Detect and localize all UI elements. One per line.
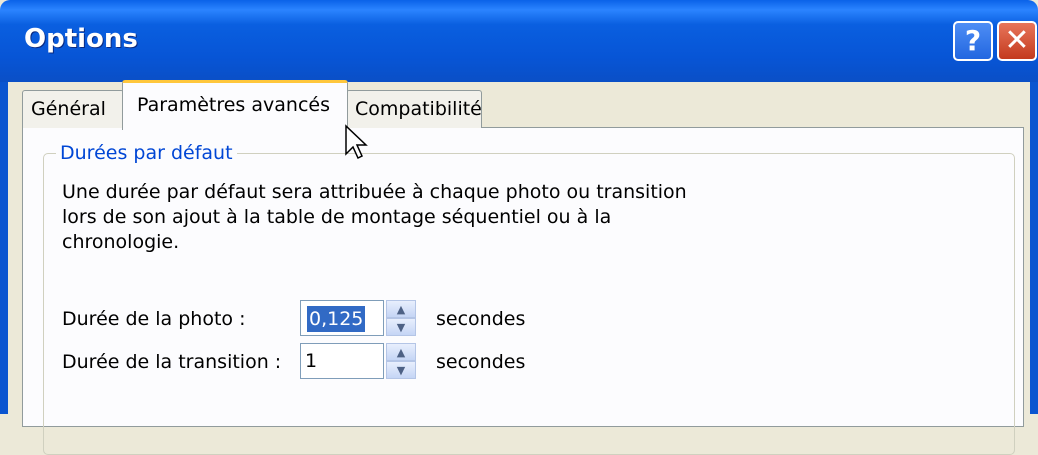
group-description: Une durée par défaut sera attribuée à ch… bbox=[62, 181, 687, 253]
spin-up-icon[interactable]: ▲ bbox=[386, 300, 416, 318]
photo-duration-value[interactable]: 0,125 bbox=[307, 306, 366, 332]
tab-general[interactable]: Général bbox=[22, 90, 124, 128]
group-legend: Durées par défaut bbox=[56, 142, 237, 164]
transition-duration-input[interactable] bbox=[300, 343, 384, 379]
transition-duration-spinner[interactable]: ▲ ▼ bbox=[386, 343, 416, 379]
title-bar: Options ? ✕ bbox=[0, 0, 1038, 82]
spin-down-icon[interactable]: ▼ bbox=[386, 318, 416, 336]
close-icon: ✕ bbox=[1004, 23, 1030, 58]
mouse-pointer-icon bbox=[345, 124, 368, 160]
photo-duration-label: Durée de la photo : bbox=[62, 308, 246, 330]
window-frame-left bbox=[0, 82, 8, 414]
spin-down-icon[interactable]: ▼ bbox=[386, 361, 416, 379]
window-frame-right bbox=[1030, 82, 1038, 414]
tab-advanced-settings[interactable]: Paramètres avancés bbox=[122, 80, 348, 130]
photo-duration-spinner[interactable]: ▲ ▼ bbox=[386, 300, 416, 336]
transition-duration-field[interactable] bbox=[305, 346, 379, 376]
tab-compatibility[interactable]: Compatibilité bbox=[346, 90, 482, 128]
spin-up-icon[interactable]: ▲ bbox=[386, 343, 416, 361]
close-button[interactable]: ✕ bbox=[997, 21, 1037, 61]
help-button[interactable]: ? bbox=[953, 21, 993, 61]
window-title: Options bbox=[24, 24, 138, 54]
photo-duration-input[interactable]: 0,125 bbox=[300, 300, 384, 336]
transition-duration-label: Durée de la transition : bbox=[62, 351, 282, 373]
transition-duration-unit: secondes bbox=[436, 351, 526, 373]
photo-duration-unit: secondes bbox=[436, 308, 526, 330]
help-icon: ? bbox=[964, 24, 982, 57]
